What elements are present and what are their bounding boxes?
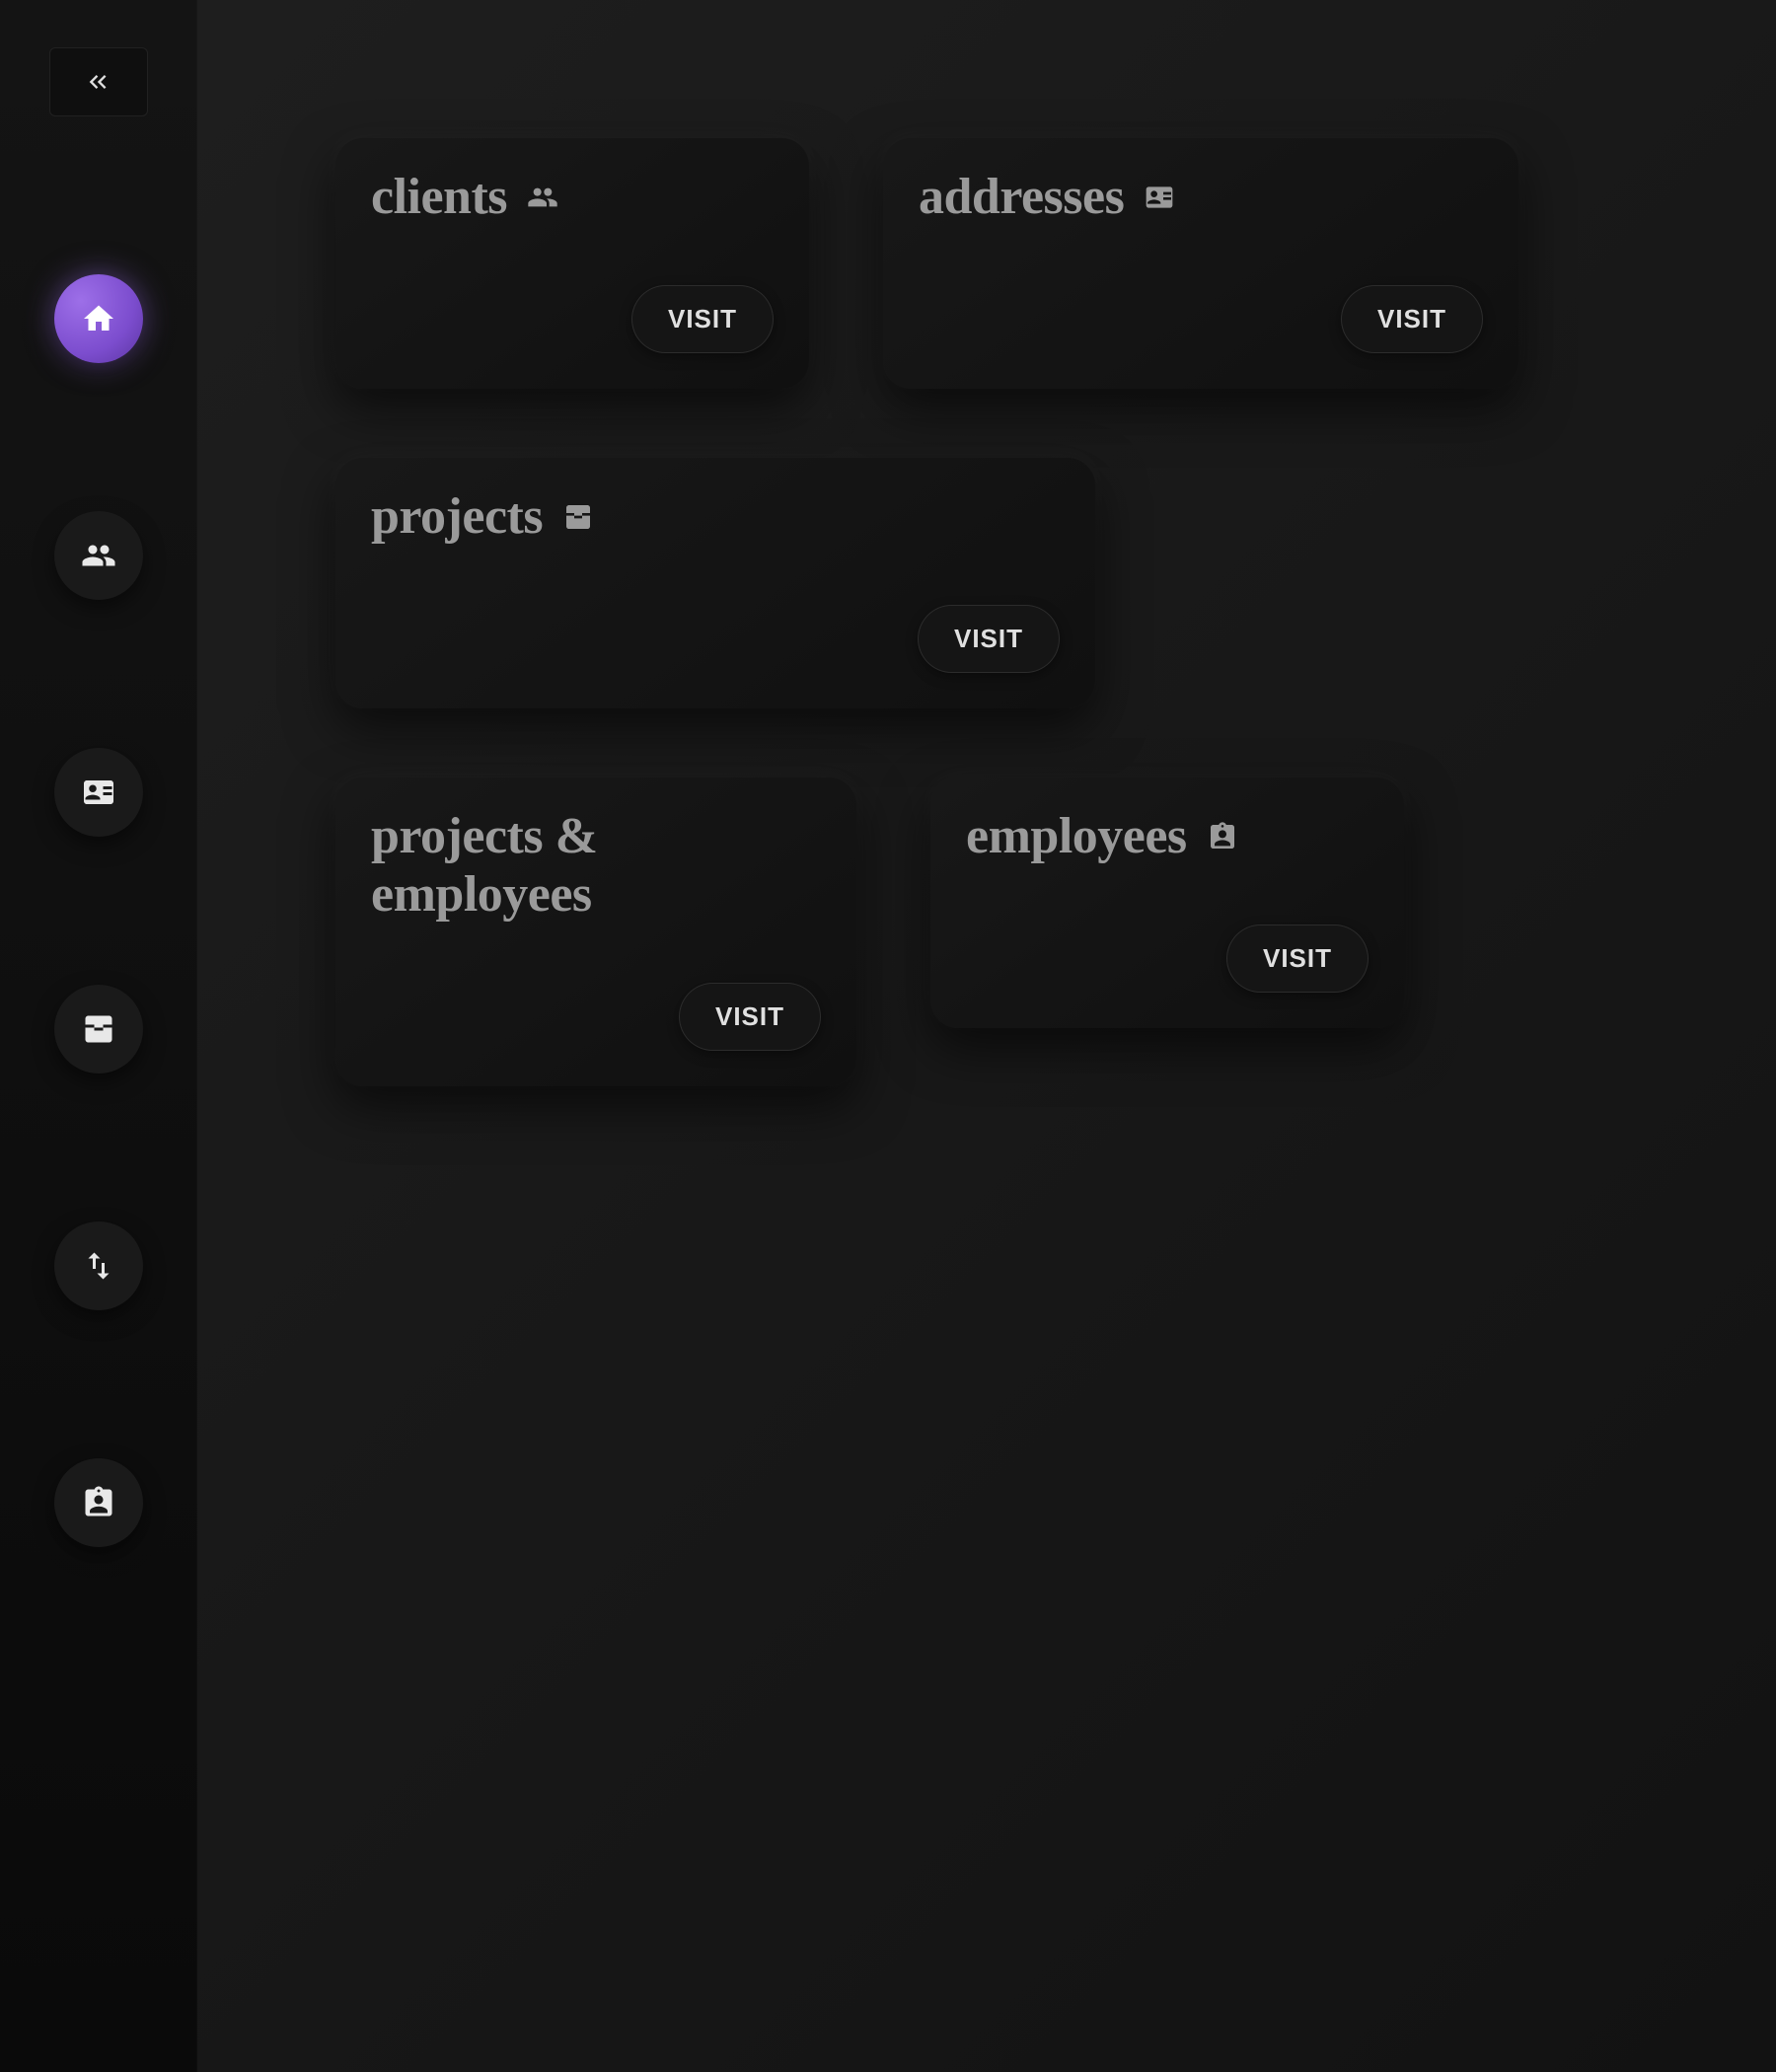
card-title: addresses	[919, 168, 1124, 226]
sidebar-item-addresses[interactable]	[54, 748, 143, 837]
card-footer: VISIT	[371, 285, 774, 353]
visit-button[interactable]: VISIT	[679, 983, 821, 1051]
card-projects: projects VISIT	[335, 458, 1095, 708]
dashboard-cards: clients VISIT addresses VISIT	[335, 138, 1638, 1086]
card-footer: VISIT	[919, 285, 1483, 353]
home-icon	[81, 301, 116, 336]
card-clients: clients VISIT	[335, 138, 809, 389]
swap-icon	[81, 1248, 116, 1284]
card-footer: VISIT	[371, 605, 1060, 673]
card-header: clients	[371, 168, 774, 226]
inbox-stack-icon	[562, 501, 594, 533]
address-card-icon	[1144, 182, 1175, 213]
card-header: projects & employees	[371, 807, 821, 924]
main-content: clients VISIT addresses VISIT	[197, 0, 1776, 2072]
card-employees: employees VISIT	[930, 777, 1404, 1028]
sidebar-item-projects[interactable]	[54, 985, 143, 1073]
address-card-icon	[81, 775, 116, 810]
chevron-double-left-icon	[85, 68, 112, 96]
sidebar-item-employees[interactable]	[54, 1458, 143, 1547]
sidebar-item-clients[interactable]	[54, 511, 143, 600]
card-addresses: addresses VISIT	[883, 138, 1518, 389]
card-title: employees	[966, 807, 1187, 865]
visit-button[interactable]: VISIT	[1226, 925, 1369, 993]
sidebar-item-home[interactable]	[54, 274, 143, 363]
card-header: addresses	[919, 168, 1483, 226]
visit-button[interactable]: VISIT	[918, 605, 1060, 673]
card-header: projects	[371, 487, 1060, 546]
card-title: projects	[371, 487, 543, 546]
visit-button[interactable]: VISIT	[1341, 285, 1483, 353]
card-title: clients	[371, 168, 507, 226]
collapse-sidebar-button[interactable]	[49, 47, 148, 116]
card-projects-employees: projects & employees VISIT	[335, 777, 856, 1086]
sidebar	[0, 0, 197, 2072]
card-header: employees	[966, 807, 1369, 865]
sidebar-item-projects-employees[interactable]	[54, 1221, 143, 1310]
people-icon	[527, 182, 558, 213]
card-title: projects & employees	[371, 807, 821, 924]
inbox-stack-icon	[81, 1011, 116, 1047]
person-badge-icon	[1207, 821, 1238, 852]
sidebar-nav	[54, 274, 143, 1547]
card-footer: VISIT	[371, 983, 821, 1051]
people-icon	[81, 538, 116, 573]
visit-button[interactable]: VISIT	[631, 285, 774, 353]
person-badge-icon	[81, 1485, 116, 1520]
card-footer: VISIT	[966, 925, 1369, 993]
